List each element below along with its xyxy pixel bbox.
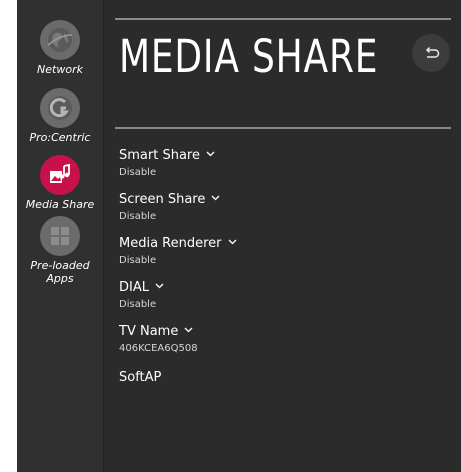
- setting-label: DIAL: [119, 280, 149, 295]
- setting-label: SoftAP: [119, 370, 162, 385]
- top-divider: [115, 18, 451, 20]
- apps-grid-icon: [40, 216, 80, 256]
- setting-tv-name[interactable]: TV Name 406KCEA6Q508: [119, 324, 198, 355]
- sidebar-item-label: Media Share: [25, 198, 95, 211]
- chevron-down-icon: [206, 151, 215, 157]
- setting-media-renderer[interactable]: Media Renderer Disable: [119, 236, 237, 267]
- setting-label: Smart Share: [119, 148, 200, 163]
- setting-label: Screen Share: [119, 192, 206, 207]
- setting-label: TV Name: [119, 324, 179, 339]
- chevron-down-icon: [155, 283, 164, 289]
- setting-screen-share[interactable]: Screen Share Disable: [119, 192, 220, 223]
- setting-softap[interactable]: SoftAP: [119, 370, 161, 386]
- sidebar-item-preloaded-apps[interactable]: Pre-loaded Apps: [17, 216, 103, 285]
- sidebar-item-network[interactable]: Network: [17, 20, 103, 76]
- sidebar-item-label: Pre-loaded Apps: [30, 259, 90, 285]
- setting-label: Media Renderer: [119, 236, 222, 251]
- settings-screen: Network Pro:Centric Media Share Pre-load…: [17, 0, 461, 472]
- sidebar-item-label: Pro:Centric: [29, 131, 91, 144]
- chevron-down-icon: [184, 327, 193, 333]
- setting-dial[interactable]: DIAL Disable: [119, 280, 164, 311]
- sidebar-item-label: Network: [37, 63, 83, 76]
- setting-smart-share[interactable]: Smart Share Disable: [119, 148, 215, 179]
- sidebar-item-media-share[interactable]: Media Share: [17, 155, 103, 211]
- main-panel: MEDIA SHARE Smart Share Disable Screen S…: [103, 0, 461, 472]
- sidebar: Network Pro:Centric Media Share Pre-load…: [17, 0, 104, 472]
- page-title: MEDIA SHARE: [119, 30, 379, 83]
- setting-value: Disable: [119, 211, 157, 222]
- title-divider: [115, 127, 451, 129]
- chevron-down-icon: [228, 239, 236, 245]
- setting-value: 406KCEA6Q508: [119, 343, 198, 354]
- sidebar-item-procentric[interactable]: Pro:Centric: [17, 88, 103, 144]
- chevron-down-icon: [211, 195, 220, 201]
- setting-value: Disable: [119, 167, 157, 178]
- setting-value: Disable: [119, 255, 157, 266]
- setting-value: Disable: [119, 299, 157, 310]
- media-share-icon: [40, 155, 80, 195]
- globe-icon: [40, 20, 80, 60]
- back-icon: [425, 46, 440, 58]
- back-button[interactable]: [412, 34, 450, 72]
- procentric-icon: [40, 88, 80, 128]
